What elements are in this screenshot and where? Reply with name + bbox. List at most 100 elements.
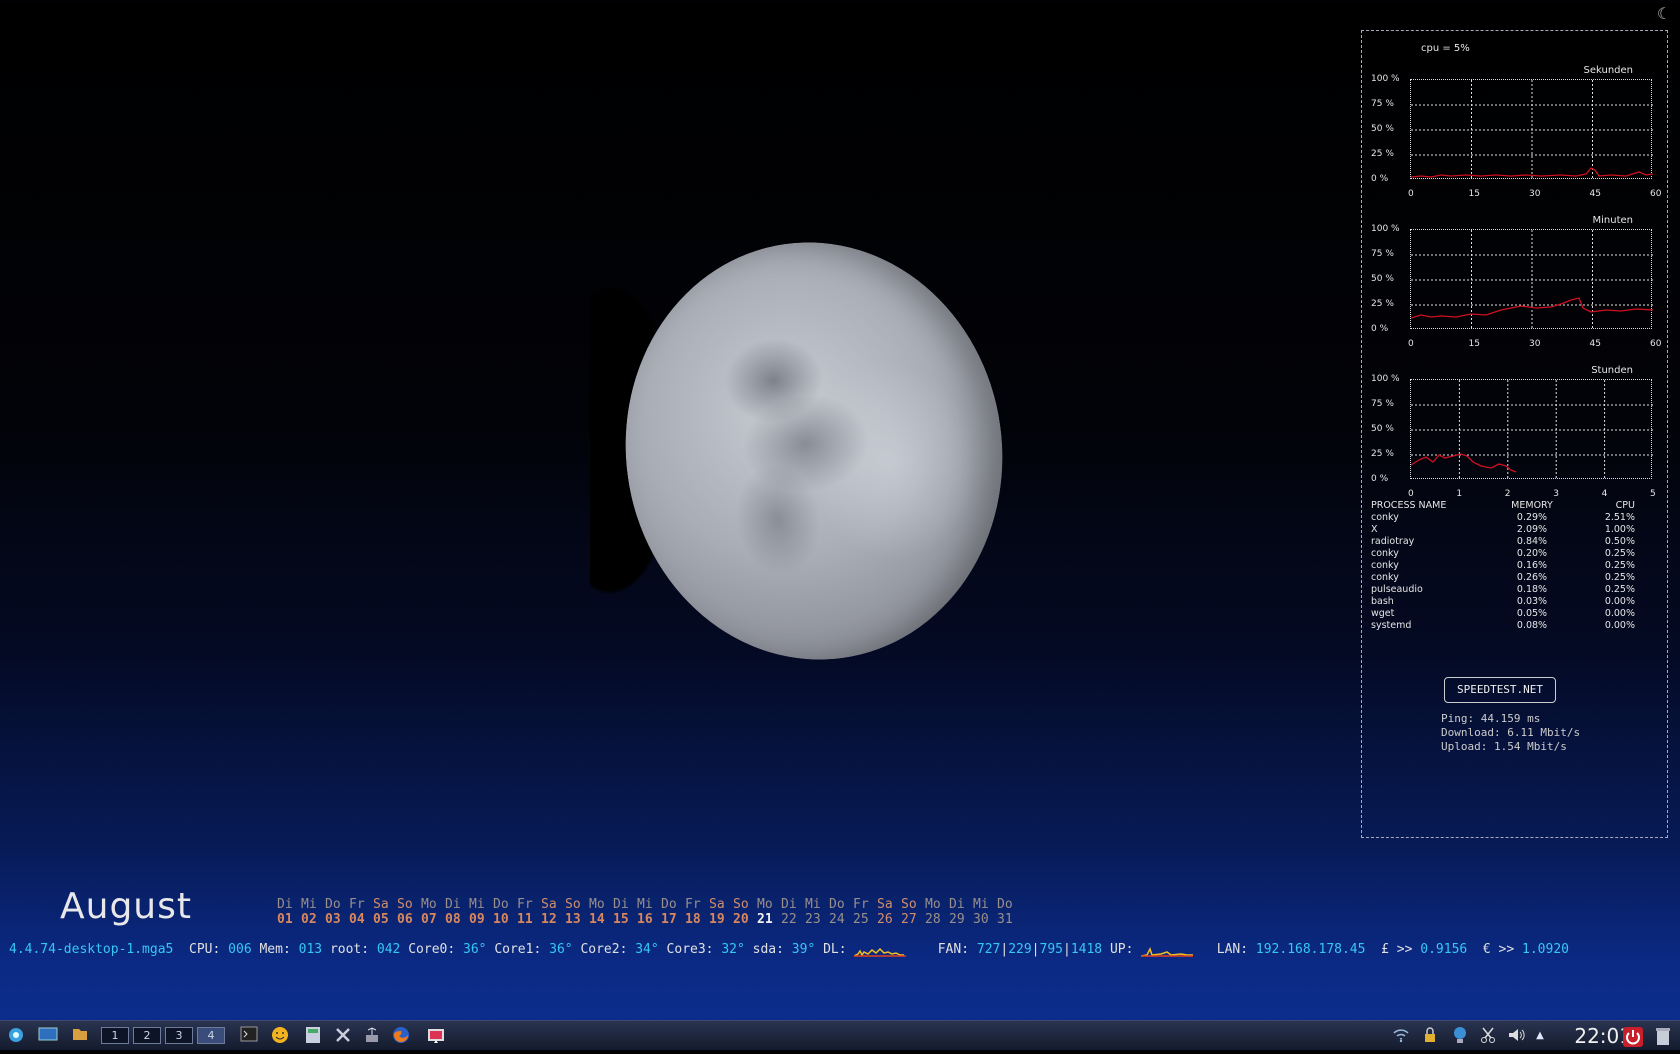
core1-label: Core1: — [494, 942, 542, 957]
upload-result: Upload: 1.54 Mbit/s — [1441, 740, 1567, 753]
speedtest-button[interactable]: SPEEDTEST.NET — [1444, 677, 1556, 703]
clipboard-scissors-icon[interactable] — [1477, 1026, 1499, 1046]
calendar-weekday: So — [565, 897, 581, 912]
network-status-icon[interactable] — [1449, 1026, 1471, 1046]
process-cpu: 0.25% — [1604, 571, 1635, 583]
lan-label: LAN: — [1216, 942, 1249, 957]
calendar-weekday: Fr — [517, 897, 533, 912]
volume-icon[interactable] — [1505, 1026, 1529, 1046]
y-tick-label: 100 % — [1371, 74, 1400, 84]
graph-grid — [1410, 229, 1653, 330]
process-row: conky 0.29% 2.51% — [1371, 511, 1661, 523]
gbp-label: £ >> — [1381, 942, 1413, 957]
cpu-graph-sekunden: Sekunden 100 % 75 % 50 % 25 % 0 % 0 15 30 45 60 — [1362, 51, 1669, 199]
calendar-today: 21 — [757, 912, 773, 927]
process-name: radiotray — [1371, 535, 1415, 547]
desktop-pager-1[interactable]: 1 — [101, 1027, 129, 1044]
file-manager-icon[interactable] — [69, 1026, 91, 1046]
desktop-pager-4[interactable]: 4 — [197, 1027, 225, 1044]
process-name: wget — [1371, 607, 1395, 619]
image-viewer-icon[interactable] — [425, 1026, 447, 1046]
tray-expand-arrow-icon[interactable]: ▲ — [1534, 1026, 1546, 1046]
eur-rate: 1.0920 — [1522, 942, 1569, 957]
calendar-day: 31 — [997, 912, 1013, 927]
process-memory: 0.20% — [1516, 547, 1548, 559]
calendar-weekday: Mo — [589, 897, 605, 912]
calendar-weekday: So — [733, 897, 749, 912]
eur-label: € >> — [1482, 942, 1515, 957]
trash-icon[interactable] — [1653, 1026, 1673, 1046]
calendar-weekday: Mi — [805, 897, 821, 912]
mem-label: Mem: — [259, 942, 291, 957]
status-bar-line: 4.4.74-desktop-1.mga5 CPU: 006 Mem: 013 … — [9, 942, 1569, 957]
keyring-lock-icon[interactable] — [1419, 1026, 1441, 1046]
download-result: Download: 6.11 Mbit/s — [1441, 726, 1581, 739]
y-tick-label: 75 % — [1371, 399, 1394, 409]
network-tool-icon[interactable] — [361, 1026, 383, 1046]
cpu-label: CPU: — [189, 942, 221, 957]
calendar-day: 17 — [661, 912, 677, 927]
taskbar: 1 2 3 4 ▲ 22:01 — [0, 1020, 1680, 1050]
process-row: pulseaudio 0.18% 0.25% — [1371, 583, 1661, 595]
fan-sep: | — [1000, 942, 1009, 957]
calendar-weekday: Di — [277, 897, 293, 912]
x-tick-label: 45 — [1589, 189, 1601, 199]
process-row: conky 0.26% 0.25% — [1371, 571, 1661, 583]
calendar-day: 18 — [685, 912, 701, 927]
root-label: root: — [329, 942, 370, 957]
dl-label: DL: — [823, 942, 847, 957]
col-cpu: CPU — [1615, 499, 1635, 511]
y-tick-label: 50 % — [1371, 424, 1394, 434]
process-memory: 0.29% — [1516, 511, 1548, 523]
process-name: conky — [1371, 547, 1399, 559]
process-name: pulseaudio — [1371, 583, 1423, 595]
speedtest-results: Ping: 44.159 ms Download: 6.11 Mbit/s Up… — [1441, 712, 1580, 754]
process-memory: 0.16% — [1516, 559, 1548, 571]
plasma-toolbox-icon[interactable]: ☾ — [1654, 4, 1674, 24]
process-name: conky — [1371, 511, 1399, 523]
calendar-weekday: Do — [829, 897, 845, 912]
calculator-icon[interactable] — [302, 1026, 324, 1046]
sda-value: 39° — [791, 942, 816, 957]
gbp-rate: 0.9156 — [1420, 942, 1468, 957]
calendar-weekday: Do — [661, 897, 677, 912]
calendar-weekday: Fr — [685, 897, 701, 912]
sda-label: sda: — [752, 942, 784, 957]
calendar-weekday: Sa — [877, 897, 893, 912]
calendar-weekday: Mo — [925, 897, 941, 912]
x-tick-label: 30 — [1529, 189, 1541, 199]
settings-tools-icon[interactable] — [332, 1026, 354, 1046]
process-name: conky — [1371, 571, 1399, 583]
calendar-weekday: Di — [949, 897, 965, 912]
x-tick-label: 30 — [1529, 339, 1541, 349]
firefox-icon[interactable] — [390, 1026, 412, 1046]
upload-sparkline — [1141, 946, 1194, 957]
calendar-weekday: Mi — [973, 897, 989, 912]
core3-value: 32° — [721, 942, 745, 957]
calendar-day: 09 — [469, 912, 485, 927]
power-icon[interactable] — [1621, 1026, 1645, 1047]
wifi-icon[interactable] — [1391, 1026, 1411, 1046]
calendar-day: 06 — [397, 912, 413, 927]
process-memory: 0.08% — [1516, 619, 1548, 631]
fan-label: FAN: — [937, 942, 970, 957]
smiley-app-icon[interactable] — [269, 1026, 291, 1046]
show-desktop-icon[interactable] — [37, 1026, 59, 1046]
calendar-day: 19 — [709, 912, 725, 927]
desktop-pager-3[interactable]: 3 — [165, 1027, 193, 1044]
process-name: X — [1371, 523, 1378, 535]
calendar-day: 03 — [325, 912, 341, 927]
x-tick-label: 1 — [1456, 489, 1463, 499]
calendar-day: 29 — [949, 912, 965, 927]
calendar-day: 26 — [877, 912, 893, 927]
calendar-month: August — [60, 886, 192, 927]
process-name: conky — [1371, 559, 1399, 571]
process-cpu: 1.00% — [1604, 523, 1635, 535]
desktop-pager-2[interactable]: 2 — [133, 1027, 161, 1044]
cpu-value: 006 — [228, 942, 252, 957]
calendar-day: 24 — [829, 912, 845, 927]
terminal-icon[interactable] — [238, 1026, 260, 1046]
application-menu-icon[interactable] — [6, 1026, 26, 1046]
core3-label: Core3: — [666, 942, 714, 957]
calendar-weekday: Do — [493, 897, 509, 912]
